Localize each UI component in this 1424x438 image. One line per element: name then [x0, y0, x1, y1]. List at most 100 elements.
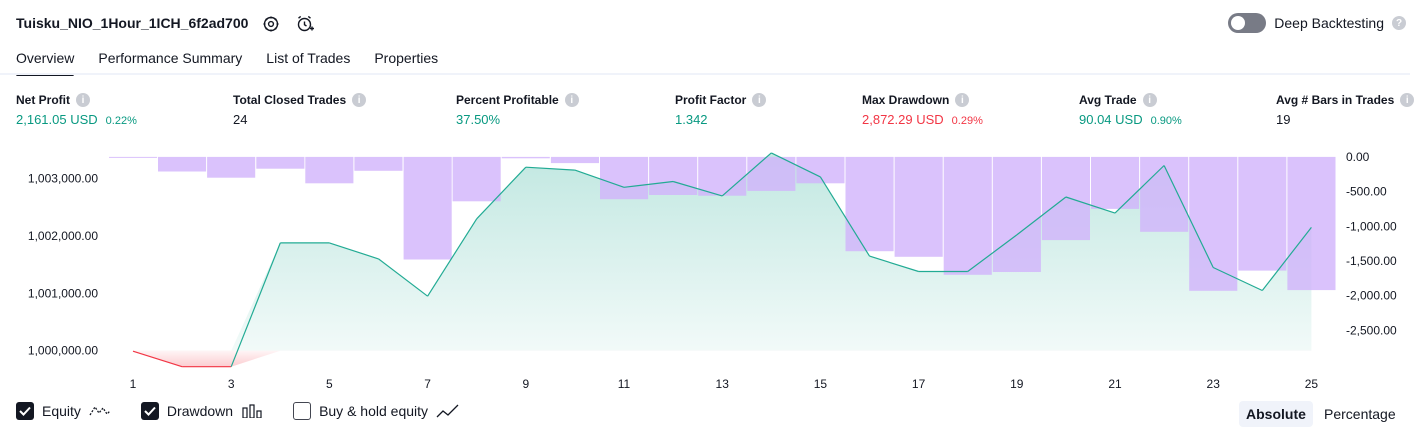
help-icon[interactable]: i [955, 93, 970, 107]
drawdown-bar [600, 156, 649, 200]
stat-value: 24 [233, 112, 248, 127]
drawdown-bar [256, 156, 305, 169]
drawdown-bar [1140, 156, 1189, 232]
drawdown-bar [1041, 156, 1090, 241]
stat-label: Profit Factor [675, 93, 747, 107]
stat-net-profit: Net Profit i 2,161.05 USD 0.22% [16, 93, 137, 127]
stat-label: Percent Profitable [456, 93, 559, 107]
stat-avg-trade: Avg Trade i 90.04 USD 0.90% [1079, 93, 1182, 127]
legend-label: Drawdown [166, 403, 234, 419]
stat-label: Max Drawdown [862, 93, 950, 107]
equity-drawdown-chart: 1,003,000.00 1,002,000.00 1,001,000.00 1,00… [28, 150, 1397, 391]
help-icon[interactable]: i [564, 93, 579, 107]
x-axis-tick-label: 13 [716, 377, 730, 391]
x-axis-tick-label: 1 [130, 377, 137, 391]
drawdown-bar [747, 156, 796, 191]
x-axis-tick-label: 15 [814, 377, 828, 391]
tab-bar: Overview Performance Summary List of Tra… [16, 47, 462, 76]
drawdown-bar [501, 156, 550, 159]
drawdown-checkbox[interactable] [140, 402, 159, 420]
tab-divider [0, 73, 1410, 75]
drawdown-bar [1287, 156, 1336, 291]
right-axis-tick-label: -500.00 [1346, 185, 1387, 199]
stat-percent: 0.29% [951, 115, 983, 127]
drawdown-bar [305, 156, 354, 184]
right-axis-tick-label: -1,000.00 [1346, 219, 1397, 233]
absolute-mode-button[interactable]: Absolute [1239, 401, 1313, 427]
tab-overview[interactable]: Overview [16, 47, 75, 76]
drawdown-bar [158, 156, 207, 172]
stat-profit-factor: Profit Factor i 1.342 [675, 93, 767, 127]
x-axis-tick-label: 9 [522, 377, 529, 391]
help-icon[interactable]: i [352, 93, 367, 107]
gear-icon[interactable] [260, 13, 282, 35]
percentage-mode-button[interactable]: Percentage [1317, 401, 1403, 427]
buy-hold-line-icon [436, 404, 459, 418]
tab-list-of-trades[interactable]: List of Trades [266, 47, 350, 75]
tab-performance-summary[interactable]: Performance Summary [98, 47, 242, 75]
right-axis-tick-label: -2,000.00 [1346, 289, 1397, 303]
left-axis-tick-label: 1,002,000.00 [28, 229, 98, 243]
drawdown-bar [452, 156, 501, 202]
stat-value: 1.342 [675, 112, 708, 127]
drawdown-bars-icon [242, 404, 262, 418]
legend-buy-hold[interactable]: Buy & hold equity [293, 402, 460, 420]
stat-value: 19 [1276, 112, 1291, 127]
add-alert-clock-icon[interactable] [294, 13, 316, 35]
legend-drawdown[interactable]: Drawdown [140, 402, 263, 420]
drawdown-bar [354, 156, 403, 171]
drawdown-bar [796, 156, 845, 184]
stat-label: Total Closed Trades [233, 93, 347, 107]
stat-label: Net Profit [16, 93, 70, 107]
buy-hold-checkbox[interactable] [293, 402, 312, 420]
drawdown-bar [894, 156, 943, 257]
drawdown-bar [845, 156, 894, 252]
deep-backtesting-control: Deep Backtesting ? [1228, 13, 1406, 33]
x-axis-tick-label: 21 [1108, 377, 1122, 391]
right-axis-tick-label: -1,500.00 [1346, 254, 1397, 268]
tab-properties[interactable]: Properties [374, 47, 438, 75]
strategy-title: Tuisku_NIO_1Hour_1ICH_6f2ad700 [16, 15, 249, 31]
drawdown-bar [1189, 156, 1238, 291]
drawdown-bar [109, 156, 158, 158]
x-axis-tick-label: 17 [912, 377, 926, 391]
stat-value: 2,872.29 USD [862, 112, 944, 127]
x-axis-tick-label: 19 [1010, 377, 1024, 391]
stat-value: 90.04 USD [1079, 112, 1143, 127]
stat-value: 2,161.05 USD [16, 112, 98, 127]
help-icon[interactable]: ? [1392, 16, 1406, 30]
stat-percent: 0.90% [1150, 115, 1182, 127]
deep-backtesting-toggle[interactable] [1228, 13, 1267, 33]
x-axis-tick-label: 25 [1305, 377, 1319, 391]
legend-equity[interactable]: Equity [16, 402, 111, 420]
help-icon[interactable]: i [1142, 93, 1157, 107]
legend-label: Buy & hold equity [319, 403, 429, 419]
help-icon[interactable]: i [752, 93, 767, 107]
chart-legend: Equity Drawdown Buy & hold equity [16, 402, 490, 420]
drawdown-bar [550, 156, 599, 164]
drawdown-bar [403, 156, 452, 260]
stat-percent-profitable: Percent Profitable i 37.50% [456, 93, 579, 127]
left-axis-tick-label: 1,000,000.00 [28, 344, 98, 358]
right-axis-tick-label: 0.00 [1346, 150, 1370, 164]
drawdown-bar [992, 156, 1041, 272]
stat-percent: 0.22% [105, 115, 137, 127]
help-icon[interactable]: i [76, 93, 90, 107]
deep-backtesting-label: Deep Backtesting [1274, 15, 1384, 31]
drawdown-bar [207, 156, 256, 178]
stat-value: 37.50% [456, 112, 501, 127]
drawdown-bar [698, 156, 747, 196]
drawdown-bar [1238, 156, 1287, 271]
help-icon[interactable]: i [1400, 93, 1415, 107]
left-axis-tick-label: 1,001,000.00 [28, 286, 98, 300]
drawdown-bar [1091, 156, 1140, 209]
stat-label: Avg Trade [1079, 93, 1137, 107]
equity-checkbox[interactable] [16, 402, 34, 420]
x-axis-tick-label: 23 [1207, 377, 1221, 391]
toggle-knob [1231, 16, 1246, 30]
x-axis-tick-label: 7 [424, 377, 431, 391]
x-axis-tick-label: 5 [326, 377, 333, 391]
equity-line-icon [89, 405, 111, 416]
stat-max-drawdown: Max Drawdown i 2,872.29 USD 0.29% [862, 93, 983, 127]
drawdown-bar [649, 156, 698, 195]
